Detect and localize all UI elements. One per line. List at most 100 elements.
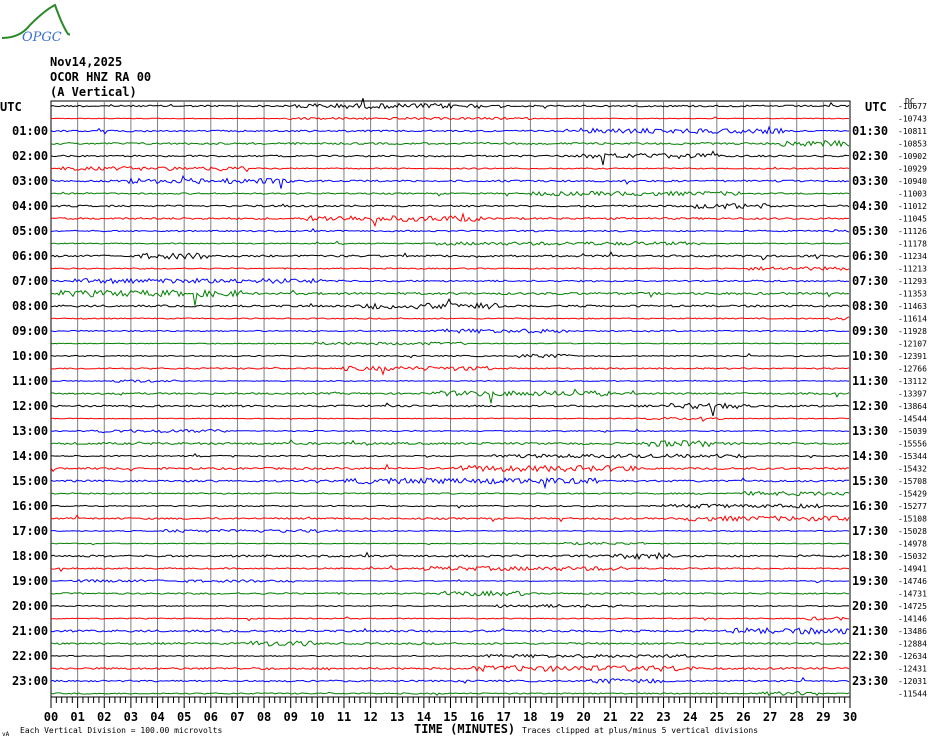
hour-label-right: 11:30 — [852, 374, 888, 388]
trace-dc-offset: -13486 — [898, 627, 927, 636]
hour-label-left: 09:00 — [12, 324, 48, 338]
x-tick-label: 25 — [710, 710, 724, 724]
hour-label-right: 10:30 — [852, 349, 888, 363]
hour-label-left: 21:00 — [12, 624, 48, 638]
x-tick-label: 11 — [337, 710, 351, 724]
hour-label-left: 03:00 — [12, 174, 48, 188]
trace-dc-offset: -10929 — [898, 165, 927, 174]
hour-label-right: 07:30 — [852, 274, 888, 288]
x-tick-label: 20 — [576, 710, 590, 724]
hour-label-right: 20:30 — [852, 599, 888, 613]
trace-dc-offset: -15556 — [898, 440, 927, 449]
trace-dc-offset: -11928 — [898, 327, 927, 336]
hour-label-left: 13:00 — [12, 424, 48, 438]
trace-dc-offset: -15344 — [898, 452, 927, 461]
hour-label-right: 14:30 — [852, 449, 888, 463]
trace-dc-offset: -14746 — [898, 577, 927, 586]
hour-label-right: 02:30 — [852, 149, 888, 163]
x-tick-label: 30 — [843, 710, 857, 724]
hour-label-right: 15:30 — [852, 474, 888, 488]
hour-label-left: 04:00 — [12, 199, 48, 213]
hour-label-left: 05:00 — [12, 224, 48, 238]
trace-dc-offset: -11126 — [898, 227, 927, 236]
hour-label-left: 18:00 — [12, 549, 48, 563]
x-tick-label: 04 — [150, 710, 164, 724]
x-tick-label: 13 — [390, 710, 404, 724]
x-tick-label: 24 — [683, 710, 697, 724]
trace-dc-offset: -11614 — [898, 315, 927, 324]
hour-label-right: 18:30 — [852, 549, 888, 563]
x-tick-label: 21 — [603, 710, 617, 724]
trace-dc-offset: -15708 — [898, 477, 927, 486]
hour-label-left: 15:00 — [12, 474, 48, 488]
hour-label-right: 17:30 — [852, 524, 888, 538]
trace-dc-offset: -13397 — [898, 390, 927, 399]
hour-label-right: 23:30 — [852, 674, 888, 688]
x-axis-title: TIME (MINUTES) — [414, 722, 515, 736]
x-tick-label: 19 — [550, 710, 564, 724]
hour-label-right: 03:30 — [852, 174, 888, 188]
x-tick-label: 12 — [363, 710, 377, 724]
corner-mark: vA — [2, 731, 10, 738]
trace-dc-offset: -11293 — [898, 277, 927, 286]
trace-dc-offset: -14978 — [898, 540, 927, 549]
utc-right-label: UTC — [865, 100, 887, 114]
hour-label-left: 06:00 — [12, 249, 48, 263]
trace-dc-offset: -11012 — [898, 202, 927, 211]
x-tick-label: 09 — [283, 710, 297, 724]
hour-label-right: 12:30 — [852, 399, 888, 413]
hour-label-left: 10:00 — [12, 349, 48, 363]
trace-dc-offset: -12634 — [898, 652, 927, 661]
hour-label-left: 17:00 — [12, 524, 48, 538]
x-tick-label: 27 — [763, 710, 777, 724]
trace-dc-offset: -12884 — [898, 640, 927, 649]
trace-dc-offset: -14731 — [898, 590, 927, 599]
hour-label-left: 20:00 — [12, 599, 48, 613]
trace-dc-offset: -10811 — [898, 127, 927, 136]
hour-label-right: 09:30 — [852, 324, 888, 338]
hour-label-left: 23:00 — [12, 674, 48, 688]
trace-dc-offset: -12391 — [898, 352, 927, 361]
utc-left-label: UTC — [0, 100, 22, 114]
hour-label-right: 21:30 — [852, 624, 888, 638]
x-tick-label: 29 — [816, 710, 830, 724]
x-tick-label: 00 — [44, 710, 58, 724]
helicorder-plot: -10677-10743-10811-10853-10902-10929-109… — [0, 97, 927, 738]
hour-label-right: 19:30 — [852, 574, 888, 588]
x-tick-label: 23 — [656, 710, 670, 724]
x-tick-label: 07 — [230, 710, 244, 724]
trace-dc-offset: -13112 — [898, 377, 927, 386]
trace-dc-offset: -11544 — [898, 690, 927, 699]
hour-label-left: 02:00 — [12, 149, 48, 163]
trace-dc-offset: -15277 — [898, 502, 927, 511]
trace-dc-offset: -10853 — [898, 140, 927, 149]
trace-dc-offset: -12031 — [898, 677, 927, 686]
trace-dc-offset: -15039 — [898, 427, 927, 436]
trace-dc-offset: -11463 — [898, 302, 927, 311]
trace-dc-offset: -15429 — [898, 490, 927, 499]
x-tick-label: 18 — [523, 710, 537, 724]
hour-label-right: 05:30 — [852, 224, 888, 238]
trace-dc-offset: -12107 — [898, 340, 927, 349]
dc-label: DC — [905, 97, 915, 106]
trace-dc-offset: -12766 — [898, 365, 927, 374]
x-tick-label: 28 — [790, 710, 804, 724]
trace-dc-offset: -14146 — [898, 615, 927, 624]
hour-label-left: 11:00 — [12, 374, 48, 388]
hour-label-left: 12:00 — [12, 399, 48, 413]
trace-dc-offset: -11234 — [898, 252, 927, 261]
hour-label-right: 08:30 — [852, 299, 888, 313]
hour-label-right: 16:30 — [852, 499, 888, 513]
hour-label-right: 04:30 — [852, 199, 888, 213]
hour-label-right: 06:30 — [852, 249, 888, 263]
trace-dc-offset: -10940 — [898, 177, 927, 186]
x-tick-label: 22 — [630, 710, 644, 724]
hour-label-left: 14:00 — [12, 449, 48, 463]
hour-label-right: 13:30 — [852, 424, 888, 438]
x-tick-label: 01 — [70, 710, 84, 724]
trace-dc-offset: -13864 — [898, 402, 927, 411]
x-tick-label: 26 — [736, 710, 750, 724]
x-tick-label: 03 — [124, 710, 138, 724]
trace-dc-offset: -10743 — [898, 115, 927, 124]
x-tick-label: 02 — [97, 710, 111, 724]
